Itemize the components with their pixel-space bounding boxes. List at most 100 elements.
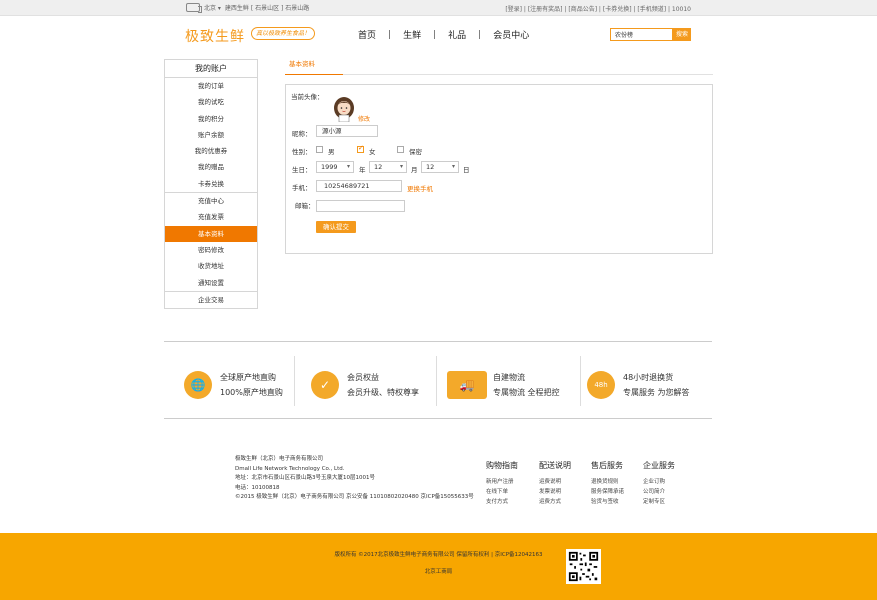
footer-col-delivery: 配送说明 运费说明 发票说明 运费方式	[539, 460, 571, 507]
company-tel: 电话：10100818	[235, 484, 280, 491]
sidebar-item-points[interactable]: 我的积分	[165, 111, 257, 127]
feature-subtitle: 专属物流 全程把控	[493, 388, 560, 397]
globe-icon: 🌐	[184, 371, 212, 399]
nav-separator: |	[388, 29, 392, 40]
feature-subtitle: 专属服务 为您解答	[623, 388, 690, 397]
year-unit: 年	[359, 166, 366, 174]
sidebar-item-recharge[interactable]: 充值中心	[165, 193, 257, 209]
sidebar-item-password[interactable]: 密码修改	[165, 242, 257, 258]
footer-col-heading: 配送说明	[539, 461, 571, 470]
submit-button[interactable]: 确认提交	[316, 221, 356, 233]
slogan: 真以极致养生食品！	[251, 27, 315, 40]
avatar-label: 当前头像：	[291, 93, 324, 101]
service-features: 🌐 全球原产地直购 100%原产地直购 ✓ 会员权益 会员升级、特权尊享 🚚 自…	[164, 341, 712, 419]
month-unit: 月	[411, 166, 418, 174]
birth-day-select[interactable]: 12	[421, 161, 459, 173]
email-label: 邮箱：	[295, 202, 315, 210]
sidebar-item-card-redeem[interactable]: 卡券兑换	[165, 176, 257, 192]
footer-col-heading: 售后服务	[591, 461, 623, 470]
gender-male-label: 男	[328, 148, 335, 156]
bottom-band: 版权所有 ©2017北京极致生鲜电子商务有限公司 保留所有权利 | 京ICP备1…	[0, 533, 877, 600]
footer-link[interactable]: 在线下单	[486, 487, 518, 497]
sidebar-group-enterprise: 企业交易	[165, 292, 257, 308]
nickname-field[interactable]: 源小源	[316, 125, 378, 137]
divider	[580, 356, 581, 406]
footer-col-heading: 企业服务	[643, 461, 675, 470]
footer-link[interactable]: 新用户注册	[486, 477, 518, 487]
avatar-edit-link[interactable]: 修改	[358, 114, 370, 123]
header: 极致生鲜 真以极致养生食品！ 首页 | 生鲜 | 礼品 | 会员中心 搜索	[0, 16, 877, 54]
gender-label: 性别：	[292, 148, 312, 156]
feature-title: 48小时退换货	[623, 373, 674, 382]
footer-link[interactable]: 验货与签收	[591, 497, 624, 507]
location-bar: 北京 ▾ 建西生鲜 [ 石景山区 ] 石景山路	[186, 3, 310, 13]
avatar[interactable]	[331, 96, 357, 122]
sidebar-item-profile[interactable]: 基本资料	[165, 225, 257, 242]
sidebar-item-invoice[interactable]: 充值发票	[165, 209, 257, 225]
nav-separator: |	[478, 29, 482, 40]
account-sidebar: 我的账户 我的订单 我的试吃 我的积分 账户余额 我的优惠券 我的赠品 卡券兑换…	[164, 59, 258, 310]
profile-tabbar: 基本资料	[285, 58, 713, 75]
divider	[436, 356, 437, 406]
email-field[interactable]	[316, 200, 405, 212]
nav-member-center[interactable]: 会员中心	[493, 28, 529, 41]
address-text: 建西生鲜 [ 石景山区 ] 石景山路	[224, 5, 310, 12]
nav-gifts[interactable]: 礼品	[448, 28, 466, 41]
feature-subtitle: 100%原产地直购	[220, 388, 283, 397]
site-logo[interactable]: 极致生鲜	[185, 26, 245, 46]
top-links[interactable]: [登录] | [注册有奖品] | [商品公告] | [卡券兑换] | [手机频道…	[505, 4, 691, 13]
company-copyright: ©2015 极致生鲜（北京）电子商务有限公司 京公安备 110108020204…	[235, 494, 474, 501]
nav-fresh[interactable]: 生鲜	[403, 28, 421, 41]
company-info: 极致生鲜（北京）电子商务有限公司 Dmall Life Network Tech…	[235, 455, 474, 503]
sidebar-item-balance[interactable]: 账户余额	[165, 127, 257, 143]
footer-link[interactable]: 退换货规则	[591, 477, 624, 487]
feature-title: 自建物流	[493, 373, 525, 382]
feature-subtitle: 会员升级、特权尊享	[347, 388, 419, 397]
feature-global-source: 🌐 全球原产地直购 100%原产地直购	[184, 356, 294, 406]
footer-link[interactable]: 发票说明	[539, 487, 571, 497]
sidebar-group-orders: 我的订单 我的试吃 我的积分 账户余额 我的优惠券 我的赠品 卡券兑换	[165, 78, 257, 194]
footer-col-after-sales: 售后服务 退换货规则 服务保障承诺 验货与签收	[591, 460, 624, 507]
feature-member-rights: ✓ 会员权益 会员升级、特权尊享	[311, 356, 431, 406]
footer-col-shopping-guide: 购物指南 新用户注册 在线下单 支付方式	[486, 460, 518, 507]
sidebar-group-account: 充值中心 充值发票 基本资料 密码修改 收货地址 通知设置	[165, 193, 257, 292]
feature-title: 会员权益	[347, 373, 379, 382]
qr-code-icon	[566, 549, 601, 584]
city-select[interactable]: 北京 ▾	[204, 3, 221, 12]
gender-secret-label: 保密	[409, 148, 422, 156]
birth-year-select[interactable]: 1999	[316, 161, 354, 173]
search-input[interactable]	[610, 28, 673, 41]
sidebar-item-gifts[interactable]: 我的赠品	[165, 159, 257, 175]
gender-female-checkbox[interactable]	[357, 144, 364, 153]
sidebar-title: 我的账户	[165, 60, 257, 78]
copyright-line: 版权所有 ©2017北京极致生鲜电子商务有限公司 保留所有权利 | 京ICP备1…	[334, 552, 543, 558]
gender-secret-checkbox[interactable]	[397, 146, 404, 153]
nickname-label: 昵称：	[292, 130, 312, 138]
gender-male-checkbox[interactable]	[316, 146, 323, 153]
sidebar-item-orders[interactable]: 我的订单	[165, 78, 257, 94]
change-phone-link[interactable]: 更换手机	[407, 183, 433, 193]
company-address: 地址：北京市石景山区石景山路3号玉泉大厦10层1001号	[235, 475, 375, 482]
birth-month-select[interactable]: 12	[369, 161, 407, 173]
footer-link[interactable]: 运费方式	[539, 497, 571, 507]
company-name: 极致生鲜（北京）电子商务有限公司	[235, 456, 324, 462]
footer-link[interactable]: 企业订购	[643, 477, 675, 487]
footer-link[interactable]: 定制专区	[643, 497, 675, 507]
sidebar-item-trials[interactable]: 我的试吃	[165, 94, 257, 110]
sidebar-item-enterprise[interactable]: 企业交易	[165, 292, 257, 308]
phone-field[interactable]: 10254689721	[316, 180, 402, 192]
sidebar-item-coupons[interactable]: 我的优惠券	[165, 143, 257, 159]
footer-link[interactable]: 公司简介	[643, 487, 675, 497]
search-box: 搜索	[610, 28, 691, 41]
bureau-line[interactable]: 北京工商局	[0, 567, 877, 575]
divider	[294, 356, 295, 406]
nav-home[interactable]: 首页	[358, 28, 376, 41]
tab-basic-info[interactable]: 基本资料	[285, 58, 343, 75]
delivery-truck-icon: 🚚	[447, 371, 487, 399]
footer-link[interactable]: 服务保障承诺	[591, 487, 624, 497]
footer-link[interactable]: 支付方式	[486, 497, 518, 507]
footer-link[interactable]: 运费说明	[539, 477, 571, 487]
sidebar-item-address[interactable]: 收货地址	[165, 258, 257, 274]
sidebar-item-notifications[interactable]: 通知设置	[165, 275, 257, 291]
search-button[interactable]: 搜索	[673, 28, 691, 41]
